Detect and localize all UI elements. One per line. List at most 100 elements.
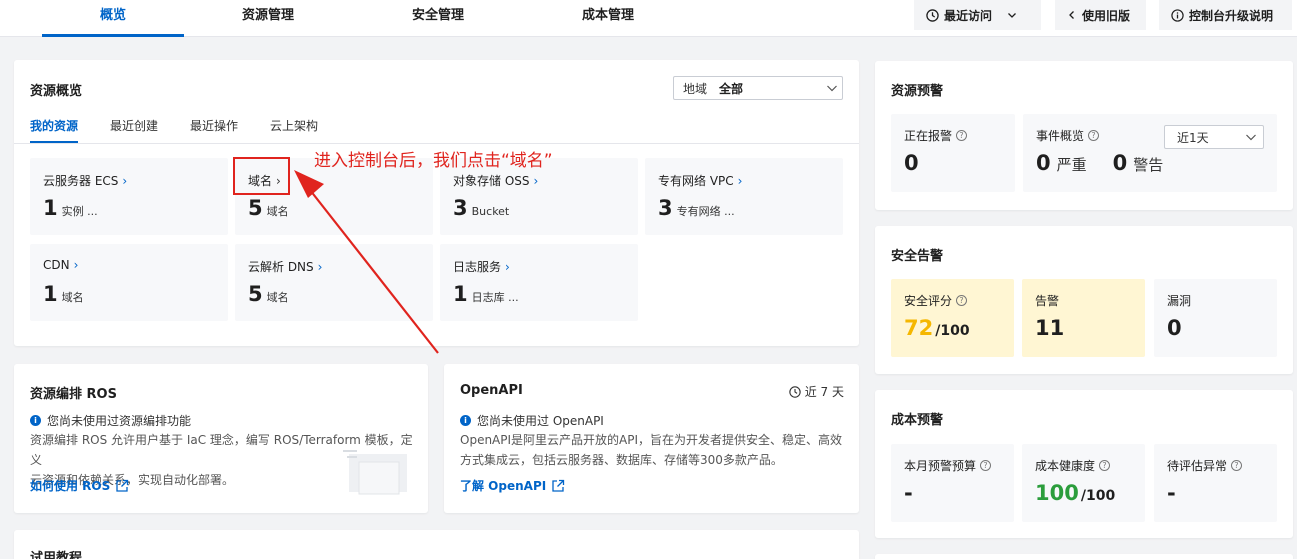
event-overview-tile: 事件概览? 近1天 0 严重 0 警告 <box>1023 114 1277 192</box>
resource-tile-vpc[interactable]: 专有网络 VPC › 3 专有网络 ... <box>645 158 843 235</box>
warning-events-value: 0 <box>1112 151 1128 175</box>
serious-events-label: 严重 <box>1056 156 1087 174</box>
console-upgrade-notes-label: 控制台升级说明 <box>1189 8 1274 23</box>
subtab-recent-operations[interactable]: 最近操作 <box>190 116 238 143</box>
openapi-description-line: 方式集成云，包括云服务器、数据库、存储等300多款产品。 <box>460 453 783 467</box>
firing-alerts-label: 正在报警 <box>904 129 953 143</box>
tab-resource-management[interactable]: 资源管理 <box>212 0 324 37</box>
security-alerts-title: 安全告警 <box>891 249 944 264</box>
how-to-use-ros-link[interactable]: 如何使用 ROS <box>30 477 129 494</box>
subtab-my-resources[interactable]: 我的资源 <box>30 116 79 143</box>
subtab-recently-created[interactable]: 最近创建 <box>110 116 158 143</box>
pending-anomaly-label: 待评估异常 <box>1167 459 1228 473</box>
cost-health-tile[interactable]: 成本健康度? 100/100 <box>1022 444 1145 522</box>
openapi-period[interactable]: 近 7 天 <box>789 383 844 400</box>
resource-tile-ecs[interactable]: 云服务器 ECS › 1 实例 ... <box>30 158 228 235</box>
security-score-label: 安全评分 <box>904 294 953 308</box>
chevron-right-icon: › <box>505 259 510 274</box>
console-upgrade-notes-button[interactable]: 控制台升级说明 <box>1159 0 1292 30</box>
resource-tile-name: 对象存储 OSS <box>453 174 530 188</box>
how-to-use-ros-label: 如何使用 ROS <box>30 479 111 493</box>
chevron-down-icon <box>1008 13 1016 18</box>
help-icon[interactable]: ? <box>956 130 968 141</box>
security-alarm-value: 11 <box>1035 316 1065 340</box>
chevron-right-icon: › <box>533 173 539 188</box>
resource-alerts-title: 资源预警 <box>891 84 944 99</box>
help-icon[interactable]: ? <box>1088 130 1100 141</box>
security-alarm-tile[interactable]: 告警 11 <box>1022 279 1145 357</box>
openapi-card: OpenAPI 近 7 天 i 您尚未使用过 OpenAPI OpenAPI是阿… <box>444 364 859 513</box>
external-link-icon <box>116 479 129 492</box>
recent-visits-button[interactable]: 最近访问 <box>914 0 1041 30</box>
resource-tile-count: 1 <box>43 282 58 306</box>
tab-security-management[interactable]: 安全管理 <box>382 0 494 37</box>
cost-health-value: 100 <box>1035 481 1079 505</box>
resource-alerts-card: 资源预警 正在报警? 0 事件概览? 近1天 0 严重 0 警告 <box>875 61 1293 210</box>
resource-tile-name: 云服务器 ECS <box>43 174 119 188</box>
event-period-select[interactable]: 近1天 <box>1164 125 1264 149</box>
security-score-tile[interactable]: 安全评分? 72/100 <box>891 279 1014 357</box>
tab-cost-management[interactable]: 成本管理 <box>552 0 664 37</box>
security-alerts-card: 安全告警 安全评分? 72/100 告警 11 漏洞 0 <box>875 226 1293 374</box>
resource-tile-cdn[interactable]: CDN › 1 域名 <box>30 244 228 321</box>
chevron-right-icon: › <box>737 173 743 188</box>
monthly-budget-tile[interactable]: 本月预警预算? - <box>891 444 1014 522</box>
resource-tile-log-service[interactable]: 日志服务 › 1 日志库 ... <box>440 244 638 321</box>
firing-alerts-tile[interactable]: 正在报警? 0 <box>891 114 1015 192</box>
clock-icon <box>926 8 939 22</box>
vulnerability-tile[interactable]: 漏洞 0 <box>1154 279 1277 357</box>
help-icon[interactable]: ? <box>1099 460 1111 471</box>
resource-tile-unit: 域名 <box>61 291 84 304</box>
chevron-right-icon: › <box>122 173 128 188</box>
cost-health-label: 成本健康度 <box>1035 459 1096 473</box>
info-circle-icon <box>1171 8 1184 22</box>
resource-tile-count: 1 <box>43 196 58 220</box>
bottom-right-card <box>875 554 1293 559</box>
openapi-period-label: 近 7 天 <box>804 385 844 399</box>
chevron-down-icon <box>1246 134 1256 141</box>
cost-health-total: /100 <box>1080 488 1116 504</box>
clock-icon <box>789 385 801 398</box>
region-value: 全部 <box>719 81 744 96</box>
security-score-value: 72 <box>904 316 934 340</box>
subtab-cloud-architecture[interactable]: 云上架构 <box>270 116 318 143</box>
pending-anomaly-tile[interactable]: 待评估异常? - <box>1154 444 1277 522</box>
document-illustration-icon <box>339 448 411 498</box>
learn-openapi-label: 了解 OpenAPI <box>460 479 547 493</box>
resource-tile-count: 5 <box>248 196 263 220</box>
resource-tile-name: 日志服务 <box>453 260 502 274</box>
chevron-right-icon: › <box>73 258 79 272</box>
resource-tile-unit: Bucket <box>471 205 510 218</box>
resource-tile-unit: 专有网络 ... <box>676 205 735 218</box>
recent-visits-label: 最近访问 <box>944 8 993 23</box>
vulnerability-value: 0 <box>1167 316 1182 340</box>
region-select[interactable]: 地域 全部 <box>673 76 843 100</box>
security-score-total: /100 <box>935 323 970 339</box>
help-icon[interactable]: ? <box>980 460 992 471</box>
external-link-icon <box>552 479 565 492</box>
security-alarm-label: 告警 <box>1035 294 1060 308</box>
learn-openapi-link[interactable]: 了解 OpenAPI <box>460 477 565 494</box>
subtabs-divider <box>14 143 859 144</box>
openapi-notice: i 您尚未使用过 OpenAPI <box>460 412 604 429</box>
tab-overview[interactable]: 概览 <box>42 0 184 37</box>
chevron-down-icon <box>827 85 837 92</box>
resource-tile-name: 专有网络 VPC <box>658 174 734 188</box>
overview-subtabs: 我的资源 最近创建 最近操作 云上架构 <box>30 116 350 143</box>
resource-tile-count: 3 <box>453 196 468 220</box>
use-old-version-button[interactable]: 使用旧版 <box>1055 0 1146 30</box>
event-period-value: 近1天 <box>1177 130 1209 145</box>
cost-alerts-title: 成本预警 <box>891 413 944 428</box>
cost-alerts-card: 成本预警 本月预警预算? - 成本健康度? 100/100 待评估异常? - <box>875 390 1293 538</box>
help-icon[interactable]: ? <box>956 295 968 306</box>
resource-tile-count: 3 <box>658 196 673 220</box>
help-icon[interactable]: ? <box>1231 460 1243 471</box>
event-overview-label: 事件概览 <box>1036 129 1085 143</box>
serious-events-value: 0 <box>1036 151 1051 175</box>
ros-title: 资源编排 ROS <box>30 387 117 402</box>
openapi-description: OpenAPI是阿里云产品开放的API，旨在为开发者提供安全、稳定、高效 方式集… <box>460 430 855 470</box>
ros-notice: i 您尚未使用过资源编排功能 <box>30 412 191 429</box>
resource-overview-title: 资源概览 <box>30 84 83 99</box>
openapi-title: OpenAPI <box>460 383 523 398</box>
ros-notice-text: 您尚未使用过资源编排功能 <box>47 414 192 428</box>
